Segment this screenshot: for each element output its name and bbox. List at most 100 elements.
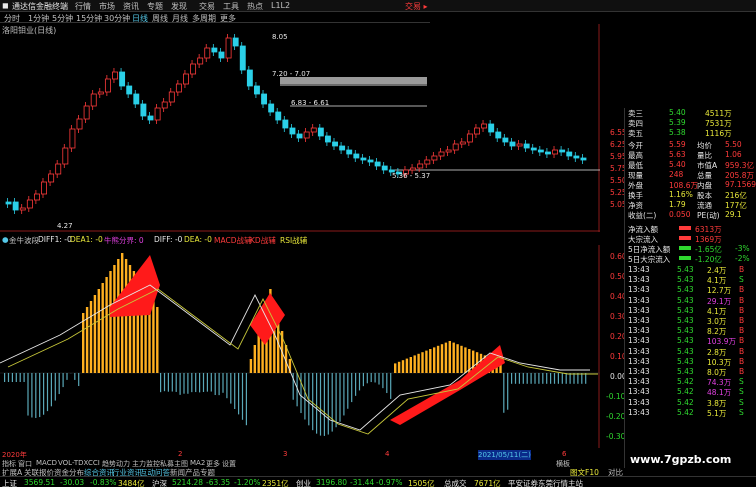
candlestick-chart[interactable]: 8.05 7.20 - 7.07 6.83 - 6.61 5.36 - 5.37… [0,24,600,232]
hist-bar [394,363,396,373]
hist-bar [211,373,212,392]
hist-bar [160,373,161,392]
flow-bar [679,236,691,240]
hist-bar [456,344,458,373]
menu-faxian[interactable]: 发现 [171,1,187,12]
period-30min[interactable]: 30分钟 [104,13,130,24]
tab-cci[interactable]: CCI [88,459,100,467]
pressure-band-1b [280,84,427,86]
candle [120,72,125,86]
menu-hangqing[interactable]: 行情 [75,1,91,12]
candle [98,92,103,94]
hist-bar [523,373,524,384]
label-band2: 6.83 - 6.61 [291,99,329,107]
period-fenshi[interactable]: 分时 [4,13,20,24]
sh-label[interactable]: 上证 [2,478,17,487]
hist-bar [562,373,563,384]
tick-time: 13:43 [628,367,650,376]
hist-bar [460,346,462,373]
indicator-chart[interactable] [0,245,600,448]
hist-bar [570,373,571,384]
hist-bar [558,373,559,384]
candle [325,136,330,142]
hist-bar [219,373,220,395]
hist-bar [63,373,64,387]
candle [162,102,167,108]
hist-bar [429,349,431,373]
menu-shichang[interactable]: 市场 [99,1,115,12]
cy-label[interactable]: 创业 [296,478,311,487]
menu-l1l2[interactable]: L1L2 [271,1,290,10]
hist-bar [367,373,368,383]
tab-macd[interactable]: MACD [36,459,57,467]
candle [141,104,146,116]
hist-bar [187,373,188,394]
period-multi[interactable]: 多周期 [192,13,216,24]
hist-bar [102,283,104,373]
candle [340,146,345,150]
cy-chg: -31.44 [350,478,374,487]
label-band1: 7.20 - 7.07 [272,70,310,78]
period-more[interactable]: 更多 [220,13,236,24]
tick-direction: S [739,275,744,284]
hist-bar [86,307,88,373]
candle [191,64,196,74]
candle [91,94,96,106]
hist-bar [78,373,79,386]
hist-bar [417,354,419,373]
tab-vol[interactable]: VOL-TDX [58,459,88,467]
period-1min[interactable]: 1分钟 [28,13,49,24]
candle [240,46,245,70]
cy-pct: -0.97% [376,478,403,487]
ask-vol: 1116万 [705,128,732,139]
stat-label: 收益(二) [628,210,656,221]
candle [538,150,543,152]
hist-bar [113,265,115,373]
tab-ma2[interactable]: MA2 [190,459,205,467]
stock-title: 洛阳钼业(日线) [2,25,56,36]
hist-bar [511,373,512,384]
candle [382,166,387,170]
time-axis-mark: 4 [385,450,389,458]
candle [297,134,302,138]
menu-zixun[interactable]: 资讯 [123,1,139,12]
tick-direction: B [739,316,744,325]
candle [233,38,238,46]
hist-bar [320,373,321,436]
hist-bar [445,343,447,373]
period-week[interactable]: 周线 [152,13,168,24]
hist-bar [312,373,313,430]
menu-redian[interactable]: 热点 [247,1,263,12]
period-day[interactable]: 日线 [132,13,148,24]
hist-bar [538,373,539,384]
hs-label[interactable]: 沪深 [152,478,167,487]
candle [439,152,444,156]
tick-price: 5.42 [677,387,694,396]
tick-direction: S [739,398,744,407]
menu-zhuanti[interactable]: 专题 [147,1,163,12]
hist-bar [382,373,383,388]
hist-bar [94,295,96,373]
trade-shortcut[interactable]: 交易 ▸ [405,1,428,12]
hist-bar [534,373,535,384]
period-month[interactable]: 月线 [172,13,188,24]
tick-time: 13:43 [628,398,650,407]
stat-value: 5.50 [725,140,742,149]
tick-price: 5.43 [677,326,694,335]
period-5min[interactable]: 5分钟 [52,13,73,24]
hist-bar [207,373,208,392]
tick-time: 13:43 [628,357,650,366]
menu-gongju[interactable]: 工具 [223,1,239,12]
stat-value: 5.63 [669,150,686,159]
hist-bar [66,373,67,380]
hist-bar [20,373,21,382]
sh-chg: -30.03 [60,478,84,487]
hist-bar [24,373,25,382]
hist-bar [336,373,337,427]
hist-bar [105,277,107,373]
period-15min[interactable]: 15分钟 [76,13,102,24]
candle [311,128,316,132]
menu-jiaoyi[interactable]: 交易 [199,1,215,12]
hist-bar [503,373,504,413]
tick-time: 13:43 [628,326,650,335]
